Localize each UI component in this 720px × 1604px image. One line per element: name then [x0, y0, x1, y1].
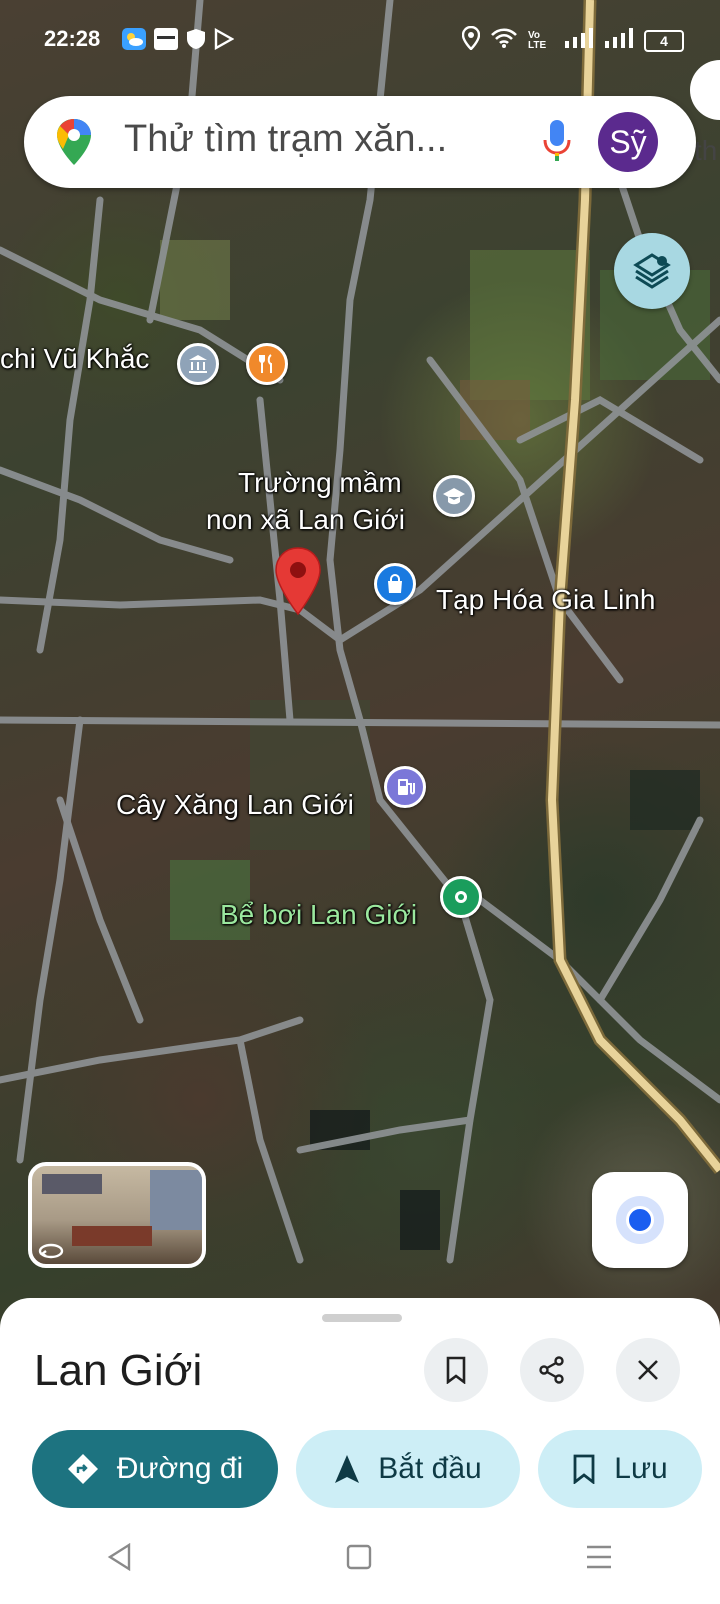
school-icon[interactable]: [433, 475, 475, 517]
notification-icons: [122, 27, 235, 55]
battery-level: 4: [660, 32, 668, 49]
microphone-icon[interactable]: [542, 118, 572, 169]
layers-button[interactable]: [614, 233, 690, 309]
map-label-edge: th: [694, 135, 718, 166]
bookmark-icon: [573, 1454, 595, 1484]
share-icon: [539, 1356, 564, 1384]
avatar[interactable]: Sỹ: [598, 112, 658, 172]
save-bookmark-button[interactable]: [424, 1338, 488, 1402]
location-pin-icon[interactable]: [274, 546, 322, 621]
wifi-icon: [490, 27, 518, 54]
menu-icon: [587, 1545, 612, 1568]
search-input[interactable]: Thử tìm trạm xăn...: [124, 118, 447, 161]
navigation-arrow-icon: [335, 1455, 360, 1483]
street-view-thumbnail[interactable]: [28, 1162, 206, 1268]
map-label-tap-hoa[interactable]: Tạp Hóa Gia Linh: [436, 583, 655, 616]
system-navigation-bar: [0, 1514, 720, 1604]
map-label-truong-mam-non-2[interactable]: non xã Lan Giới: [206, 503, 405, 536]
save-label: Lưu: [614, 1452, 668, 1485]
start-button[interactable]: Bắt đầu: [296, 1430, 520, 1508]
home-button[interactable]: [346, 1544, 372, 1575]
recents-button[interactable]: [585, 1545, 613, 1574]
app-icon: [154, 28, 178, 55]
directions-label: Đường đi: [116, 1452, 244, 1485]
map-label-truong-mam-non-1[interactable]: Trường mầm: [238, 466, 402, 499]
sheet-drag-handle[interactable]: [322, 1314, 402, 1322]
signal-icon: [564, 27, 594, 54]
my-location-button[interactable]: [592, 1172, 688, 1268]
sv-shop: [150, 1170, 202, 1230]
status-time: 22:28: [44, 26, 101, 51]
museum-icon[interactable]: [177, 343, 219, 385]
google-maps-logo-icon: [56, 118, 92, 171]
satellite-map[interactable]: chi Vũ Khắc Trường mầm non xã Lan Giới T…: [0, 0, 720, 1340]
network-type-label: Vo LTE: [528, 29, 547, 51]
location-icon: [461, 25, 481, 55]
close-button[interactable]: [616, 1338, 680, 1402]
sv-bench: [72, 1226, 152, 1246]
road-network: [0, 0, 720, 1264]
bookmark-icon: [446, 1356, 466, 1384]
back-button[interactable]: [107, 1542, 133, 1576]
weather-icon: [122, 28, 146, 55]
status-bar: 22:28 Vo LTE 4: [0, 0, 720, 80]
rotate-360-icon: [38, 1242, 64, 1264]
place-title: Lan Giới: [34, 1346, 203, 1395]
start-label: Bắt đầu: [378, 1452, 482, 1485]
map-label-vu-khac[interactable]: chi Vũ Khắc: [0, 342, 149, 375]
back-icon: [107, 1542, 130, 1571]
share-button[interactable]: [520, 1338, 584, 1402]
system-icons: Vo LTE 4: [461, 25, 684, 55]
shield-icon: [186, 28, 206, 55]
layers-icon: [633, 253, 671, 289]
signal-icon-2: [604, 27, 634, 54]
my-location-icon: [626, 1206, 654, 1234]
save-button[interactable]: Lưu: [538, 1430, 702, 1508]
directions-icon: [67, 1454, 98, 1484]
map-label-be-boi[interactable]: Bể bơi Lan Giới: [220, 898, 417, 931]
battery-icon: 4: [644, 29, 684, 52]
sv-building: [42, 1174, 102, 1194]
map-label-cay-xang[interactable]: Cây Xăng Lan Giới: [116, 788, 354, 821]
park-pin-icon[interactable]: [440, 876, 482, 918]
play-store-icon: [214, 27, 235, 55]
gas-station-icon[interactable]: [384, 766, 426, 808]
restaurant-icon[interactable]: [246, 343, 288, 385]
home-icon: [346, 1544, 372, 1569]
directions-button[interactable]: Đường đi: [32, 1430, 278, 1508]
close-icon: [638, 1360, 658, 1380]
search-bar[interactable]: Thử tìm trạm xăn... Sỹ: [24, 96, 696, 188]
shopping-icon[interactable]: [374, 563, 416, 605]
